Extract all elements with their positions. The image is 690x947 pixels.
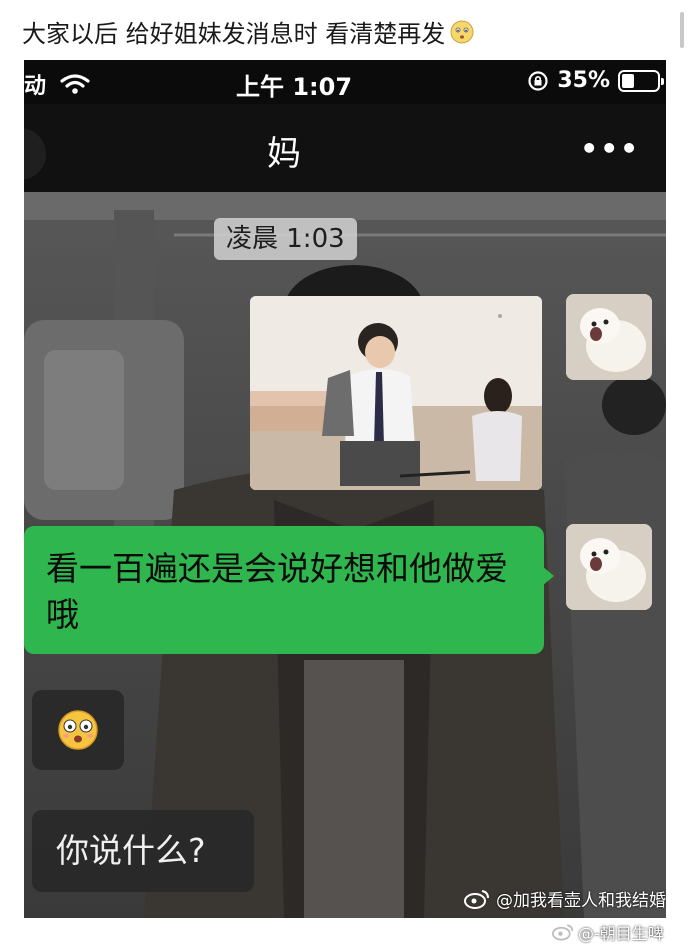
image-message[interactable] bbox=[250, 296, 542, 490]
battery-icon bbox=[618, 69, 664, 92]
watermark-text: @加我看壶人和我结婚 bbox=[496, 891, 666, 911]
post-caption: 大家以后 给好姐妹发消息时 看清楚再发 bbox=[22, 14, 475, 49]
weibo-watermark-outer: @-朝目生啤 bbox=[552, 920, 664, 944]
status-right: 35% bbox=[527, 68, 664, 93]
screenshot-page: 大家以后 给好姐妹发消息时 看清楚再发 动 上午 1:07 35% 妈 ••• … bbox=[0, 0, 690, 947]
rotation-lock-icon bbox=[528, 70, 548, 91]
white-dog-avatar-icon bbox=[566, 524, 652, 610]
sent-text-message[interactable]: 看一百遍还是会说好想和他做爱哦 bbox=[24, 526, 554, 654]
battery-fill bbox=[622, 73, 634, 88]
weibo-logo-icon bbox=[552, 924, 574, 941]
white-dog-avatar-icon bbox=[566, 294, 652, 380]
received-emoji-message[interactable] bbox=[32, 690, 124, 770]
status-bar: 动 上午 1:07 35% bbox=[24, 60, 666, 104]
message-text: 看一百遍还是会说好想和他做爱哦 bbox=[46, 549, 508, 634]
battery-percent: 35% bbox=[557, 68, 610, 93]
weibo-logo-icon bbox=[464, 889, 489, 909]
carrier-label: 动 bbox=[24, 74, 47, 99]
status-time: 上午 1:07 bbox=[236, 73, 353, 101]
my-avatar[interactable] bbox=[566, 294, 652, 380]
more-options-button[interactable]: ••• bbox=[580, 132, 640, 165]
battery-nub bbox=[661, 77, 664, 85]
scrollbar[interactable] bbox=[680, 12, 684, 48]
weibo-watermark-inner: @加我看壶人和我结婚 bbox=[464, 886, 666, 911]
caption-text: 大家以后 给好姐妹发消息时 看清楚再发 bbox=[22, 20, 446, 48]
chat-title: 妈 bbox=[267, 134, 301, 174]
my-avatar[interactable] bbox=[566, 524, 652, 610]
watermark-text: @-朝目生啤 bbox=[578, 924, 664, 943]
worried-face-emoji-icon bbox=[450, 20, 474, 43]
message-text: 你说什么? bbox=[56, 831, 206, 870]
wifi-icon bbox=[60, 74, 90, 94]
received-text-message[interactable]: 你说什么? bbox=[32, 810, 254, 892]
message-timestamp: 凌晨 1:03 bbox=[214, 218, 357, 260]
phone-screenshot: 动 上午 1:07 35% 妈 ••• 凌晨 1:03 看一百遍还是会说好想和他… bbox=[24, 60, 666, 918]
dizzy-face-emoji-icon bbox=[58, 710, 98, 750]
photo-message-icon bbox=[250, 296, 542, 490]
status-left: 动 bbox=[24, 68, 90, 100]
chat-nav-bar: 妈 ••• bbox=[24, 104, 666, 192]
